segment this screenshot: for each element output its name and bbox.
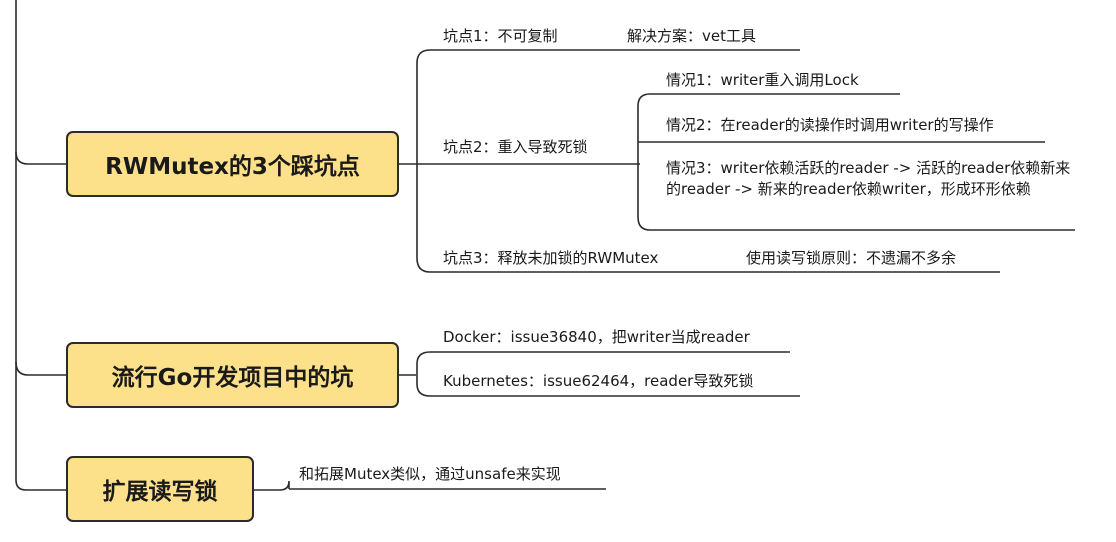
case3-label: 情况3：writer依赖活跃的reader -> 活跃的reader依赖新来的r… — [666, 159, 1071, 198]
extend-desc-label: 和拓展Mutex类似，通过unsafe来实现 — [299, 465, 561, 483]
rwmutex-pitfalls-label: RWMutex的3个踩坑点 — [105, 154, 360, 180]
trunk-line — [15, 0, 66, 491]
popular-projects-label: 流行Go开发项目中的坑 — [111, 365, 354, 391]
pit1-label: 坑点1：不可复制 — [443, 27, 558, 45]
docker-issue-label: Docker：issue36840，把writer当成reader — [443, 328, 750, 346]
case1-label: 情况1：writer重入调用Lock — [666, 71, 859, 89]
kubernetes-issue-label: Kubernetes：issue62464，reader导致死锁 — [443, 372, 754, 390]
extend-rwlock-node: 扩展读写锁 — [66, 456, 254, 522]
popular-projects-node: 流行Go开发项目中的坑 — [66, 342, 399, 408]
extend-rwlock-label: 扩展读写锁 — [102, 479, 218, 505]
rwmutex-pitfalls-node: RWMutex的3个踩坑点 — [66, 131, 399, 197]
trunk-to-projects — [15, 361, 66, 376]
case2-label: 情况2：在reader的读操作时调用writer的写操作 — [666, 116, 994, 134]
pit3-label: 坑点3：释放未加锁的RWMutex — [443, 249, 659, 267]
pit1-solution: 解决方案：vet工具 — [627, 27, 756, 45]
trunk-to-rwmutex — [15, 151, 66, 165]
pit2-label: 坑点2：重入导致死锁 — [443, 138, 588, 156]
pit3-principle: 使用读写锁原则：不遗漏不多余 — [746, 249, 957, 267]
